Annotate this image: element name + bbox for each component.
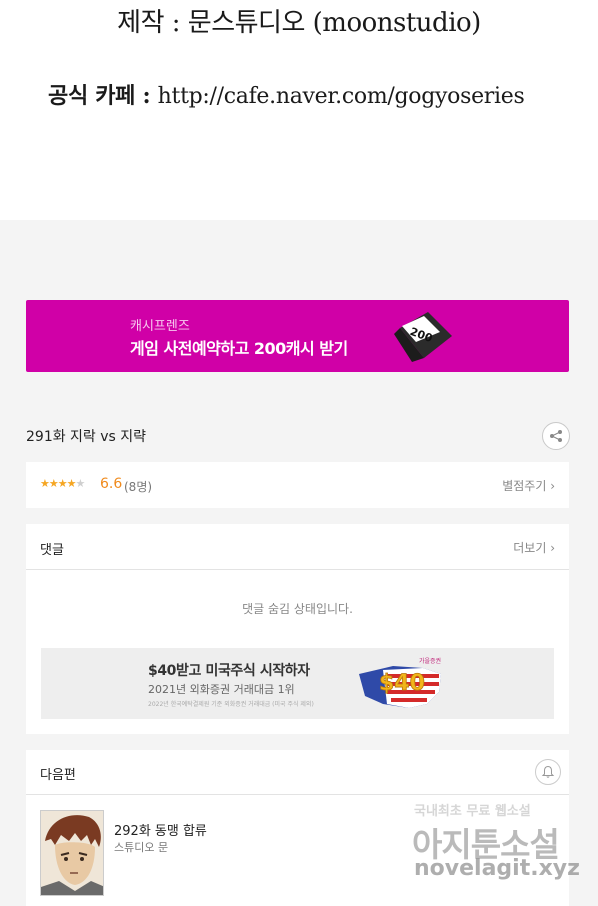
ad-art-amount: $40 — [379, 671, 425, 696]
half-star-icon: ★ — [66, 477, 77, 490]
rating-count: (8명) — [124, 480, 153, 494]
promo-title: 게임 사전예약하고 200캐시 받기 — [130, 339, 348, 358]
divider — [26, 569, 569, 570]
us-flag-map-icon: $40 가을증권 — [359, 657, 441, 708]
next-episode-heading: 다음편 — [40, 768, 76, 783]
rating-score: 6.6 — [100, 476, 123, 492]
episode-thumbnail-art — [41, 811, 103, 895]
cafe-credit: 공식 카페 : http://cafe.naver.com/gogyoserie… — [48, 78, 525, 110]
rating-panel: ★★★★★ 6.6 (8명) 별점주기 › — [26, 462, 569, 508]
more-comments-button[interactable]: 더보기 › — [513, 539, 555, 556]
ad-subtitle: 2021년 외화증권 거래대금 1위 — [148, 683, 295, 696]
watermark-tagline-a: 국내최초 무료 — [414, 804, 491, 819]
watermark-domain: novelagit.xyz — [414, 856, 580, 881]
stock-ad-banner[interactable]: $40받고 미국주식 시작하자 2021년 외화증권 거래대금 1위 2022년… — [41, 648, 554, 719]
episode-thumbnail — [40, 810, 104, 896]
star-rating: ★★★★★ — [40, 477, 86, 490]
production-credit: 제작 : 문스튜디오 (moonstudio) — [117, 8, 481, 38]
ad-fine-print: 2022년 한국예탁결제원 기준 외화증권 거래대금 (미국 주식 제외) — [148, 701, 314, 708]
share-icon — [550, 430, 562, 442]
next-episode-title: 292화 동맹 합류 — [114, 824, 207, 839]
rate-button[interactable]: 별점주기 › — [502, 477, 555, 494]
envelope-icon: 200 — [394, 312, 452, 362]
credits-panel: 제작 : 문스튜디오 (moonstudio) 공식 카페 : http://c… — [0, 0, 598, 220]
ad-title: $40받고 미국주식 시작하자 — [148, 663, 310, 679]
watermark-tagline-b: 웹소설 — [490, 804, 531, 819]
comments-panel: 댓글 더보기 › 댓글 숨김 상태입니다. $40받고 미국주식 시작하자 20… — [26, 524, 569, 734]
next-episode-author: 스튜디오 문 — [114, 841, 169, 854]
star-icon: ★ — [40, 477, 50, 490]
episode-title: 291화 지락 vs 지략 — [26, 429, 147, 445]
ad-art-tag: 가을증권 — [419, 657, 441, 665]
promo-subtitle: 캐시프렌즈 — [130, 319, 190, 334]
divider — [26, 794, 569, 795]
star-icon: ★ — [48, 477, 59, 490]
watermark-tagline: 국내최초 무료 웹소설 — [414, 800, 531, 819]
notify-button[interactable] — [535, 759, 561, 785]
cashfriends-promo-banner[interactable]: 캐시프렌즈 게임 사전예약하고 200캐시 받기 200 — [26, 300, 569, 372]
share-button[interactable] — [542, 422, 570, 450]
site-watermark: 국내최초 무료 웹소설 아지툰소설 novelagit.xyz — [410, 796, 590, 896]
comments-heading: 댓글 — [40, 543, 64, 558]
star-icon: ★ — [57, 477, 68, 490]
star-icon: ★ — [75, 477, 86, 490]
cafe-url: http://cafe.naver.com/gogyoseries — [157, 84, 525, 109]
cafe-label: 공식 카페 : — [48, 83, 158, 109]
comments-hidden-message: 댓글 숨김 상태입니다. — [242, 602, 353, 616]
bell-icon — [541, 765, 555, 778]
